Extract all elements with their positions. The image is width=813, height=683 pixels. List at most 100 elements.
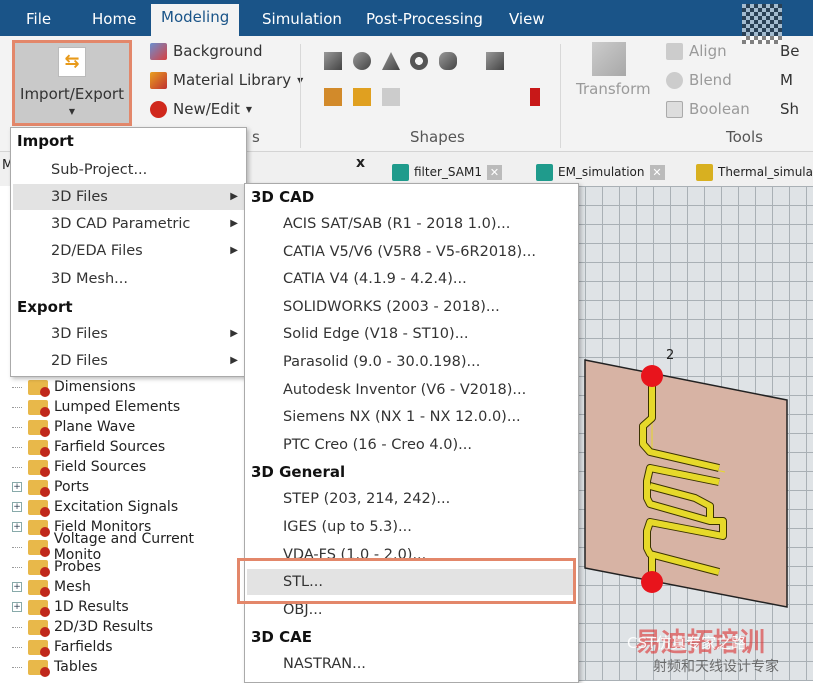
cylinder-icon[interactable] — [439, 52, 457, 70]
tree-item[interactable]: Dimensions — [12, 377, 136, 397]
port-1[interactable] — [641, 571, 663, 593]
blend-label: Blend — [689, 71, 732, 89]
tree-connector — [12, 426, 22, 428]
expand-icon[interactable]: + — [12, 602, 22, 612]
doc-tab-label: EM_simulation — [558, 165, 645, 179]
tab-post-processing[interactable]: Post-Processing — [356, 6, 493, 36]
extrude-face-icon[interactable] — [324, 88, 342, 106]
expand-icon[interactable]: + — [12, 582, 22, 592]
submenu-item[interactable]: NASTRAN... — [247, 651, 576, 677]
expand-icon[interactable]: + — [12, 522, 22, 532]
watermark: 射频和天线设计专家 — [653, 659, 779, 675]
expand-icon[interactable]: + — [12, 502, 22, 512]
submenu-item[interactable]: CATIA V4 (4.1.9 - 4.2.4)... — [247, 266, 576, 292]
ribbon-item-cut[interactable]: Be — [780, 42, 800, 60]
new-edit-button[interactable]: New/Edit ▼ — [150, 100, 252, 118]
watermark: CST仿真专家之路 — [627, 634, 747, 652]
menu-item-export-2d-files[interactable]: 2D Files ▶ — [13, 348, 244, 374]
tree-item[interactable]: Lumped Elements — [12, 397, 180, 417]
tree-item[interactable]: Voltage and Current Monito — [12, 531, 244, 563]
brick-icon[interactable] — [324, 52, 342, 70]
tree-connector — [12, 406, 22, 408]
tab-home[interactable]: Home — [82, 6, 146, 36]
tree-item[interactable]: +1D Results — [12, 597, 129, 617]
doc-tab-thermal-simulation[interactable]: Thermal_simulati — [696, 160, 813, 184]
tree-connector — [12, 566, 22, 568]
blend-icon — [666, 71, 683, 89]
port-2[interactable] — [641, 365, 663, 387]
tree-item[interactable]: + Ports — [12, 477, 89, 497]
submenu-item[interactable]: SOLIDWORKS (2003 - 2018)... — [247, 294, 576, 320]
expand-icon[interactable]: + — [12, 482, 22, 492]
close-tab-icon[interactable]: ✕ — [486, 164, 502, 180]
chevron-down-icon: ▼ — [68, 107, 76, 116]
align-button[interactable]: Align — [666, 42, 727, 60]
background-icon — [150, 42, 167, 60]
submenu-item[interactable]: IGES (up to 5.3)... — [247, 514, 576, 540]
tree-item-label: Farfields — [54, 639, 113, 655]
tab-file[interactable]: File — [16, 6, 61, 36]
submenu-item[interactable]: CATIA V5/V6 (V5R8 - V5-6R2018)... — [247, 239, 576, 265]
menu-item-3d-mesh[interactable]: 3D Mesh... — [13, 266, 244, 292]
torus-icon[interactable] — [410, 52, 428, 70]
submenu-item[interactable]: Solid Edge (V18 - ST10)... — [247, 321, 576, 347]
align-label: Align — [689, 42, 727, 60]
sphere-icon[interactable] — [353, 52, 371, 70]
tree-item[interactable]: Plane Wave — [12, 417, 135, 437]
tree-item-label: Dimensions — [54, 379, 136, 395]
folder-icon — [28, 499, 50, 517]
submenu-item[interactable]: PTC Creo (16 - Creo 4.0)... — [247, 432, 576, 458]
rotate-face-icon[interactable] — [353, 88, 371, 106]
submenu-item[interactable]: Autodesk Inventor (V6 - V2018)... — [247, 377, 576, 403]
tree-item[interactable]: Farfields — [12, 637, 113, 657]
tree-item[interactable]: + Excitation Signals — [12, 497, 178, 517]
background-label: Background — [173, 42, 263, 60]
menu-item-3d-cad-parametric[interactable]: 3D CAD Parametric ▶ — [13, 211, 244, 237]
tree-item[interactable]: 2D/3D Results — [12, 617, 153, 637]
submenu-item[interactable]: STEP (203, 214, 242)... — [247, 486, 576, 512]
ribbon-item-cut[interactable]: M — [780, 71, 793, 89]
close-panel-button[interactable]: x — [356, 155, 365, 171]
menu-item-label: 3D Mesh... — [51, 271, 129, 287]
tab-simulation[interactable]: Simulation — [252, 6, 352, 36]
doc-tab-em-simulation[interactable]: EM_simulation ✕ — [536, 160, 665, 184]
submenu-header: 3D CAD — [251, 188, 315, 206]
import-export-button[interactable]: ⇆ Import/Export ▼ — [12, 40, 132, 126]
tree-item[interactable]: Farfield Sources — [12, 437, 165, 457]
tree-item[interactable]: + Mesh — [12, 577, 91, 597]
tree-item[interactable]: Tables — [12, 657, 98, 677]
material-library-label: Material Library — [173, 71, 292, 89]
submenu-item[interactable]: Parasolid (9.0 - 30.0.198)... — [247, 349, 576, 375]
transform-button[interactable]: Transform — [576, 80, 651, 98]
boolean-button[interactable]: Boolean — [666, 100, 750, 118]
material-library-icon — [150, 71, 167, 89]
align-icon — [666, 42, 683, 60]
close-tab-icon[interactable]: ✕ — [649, 164, 665, 180]
bond-wire-icon[interactable] — [530, 88, 540, 106]
menu-item-label: Sub-Project... — [51, 162, 148, 178]
tree-item[interactable]: Probes — [12, 557, 101, 577]
doc-tab-filter-sam1[interactable]: filter_SAM1 ✕ — [392, 160, 502, 184]
submenu-item[interactable]: Siemens NX (NX 1 - NX 12.0.0)... — [247, 404, 576, 430]
menu-item-export-3d-files[interactable]: 3D Files ▶ — [13, 321, 244, 347]
material-library-button[interactable]: Material Library▼ — [150, 71, 303, 89]
cone-icon[interactable] — [382, 52, 400, 70]
folder-icon — [28, 399, 50, 417]
menu-item-sub-project[interactable]: Sub-Project... — [13, 157, 244, 183]
tree-item-label: Lumped Elements — [54, 399, 181, 415]
folder-icon — [28, 599, 50, 617]
tree-item-label: Plane Wave — [54, 419, 136, 435]
boolean-label: Boolean — [689, 100, 750, 118]
tab-view[interactable]: View — [499, 6, 555, 36]
ribbon-item-cut[interactable]: Sh — [780, 100, 799, 118]
menu-item-3d-files[interactable]: 3D Files ▶ — [13, 184, 244, 210]
menu-item-2d-eda-files[interactable]: 2D/EDA Files ▶ — [13, 238, 244, 264]
import-export-icon: ⇆ — [58, 47, 86, 77]
3d-files-submenu: 3D CAD ACIS SAT/SAB (R1 - 2018 1.0)... CAT… — [244, 183, 579, 683]
blend-button[interactable]: Blend — [666, 71, 732, 89]
tree-item[interactable]: Field Sources — [12, 457, 146, 477]
submenu-item[interactable]: ACIS SAT/SAB (R1 - 2018 1.0)... — [247, 211, 576, 237]
tab-modeling[interactable]: Modeling — [151, 4, 240, 36]
background-button[interactable]: Background — [150, 42, 263, 60]
extrude-icon[interactable] — [486, 52, 504, 70]
